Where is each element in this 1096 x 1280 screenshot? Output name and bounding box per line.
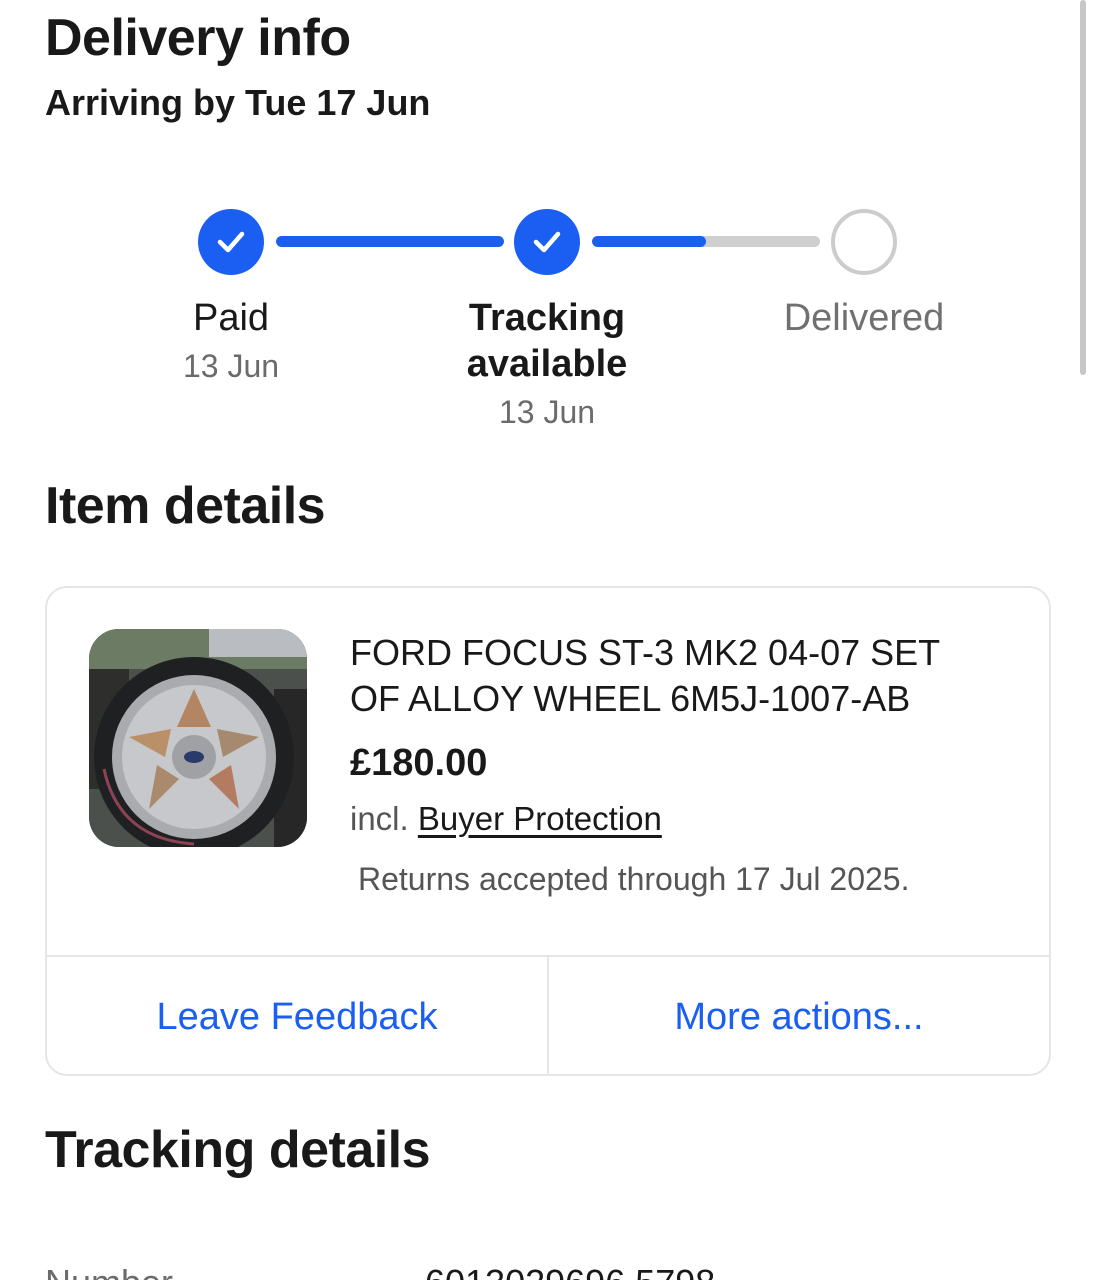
card-actions: Leave Feedback More actions... <box>47 955 1049 1074</box>
leave-feedback-button[interactable]: Leave Feedback <box>47 957 547 1074</box>
delivery-info-heading: Delivery info <box>45 9 351 67</box>
progress-segment-2 <box>592 236 820 247</box>
step-paid-check-icon <box>198 209 264 275</box>
step-label-tracking-line2: available <box>466 343 628 385</box>
item-title-line1: FORD FOCUS ST-3 MK2 04-07 SET <box>350 632 941 673</box>
scrollbar[interactable] <box>1080 0 1086 375</box>
step-label-tracking-line1: Tracking <box>468 297 626 339</box>
step-date-paid: 13 Jun <box>182 348 280 384</box>
step-tracking-check-icon <box>514 209 580 275</box>
arriving-by-text: Arriving by Tue 17 Jun <box>45 82 431 123</box>
progress-segment-1-fill <box>276 236 504 247</box>
step-label-paid: Paid <box>192 297 270 339</box>
tracking-number-value[interactable]: 6013029696 5798 <box>425 1262 715 1280</box>
item-title-line2: OF ALLOY WHEEL 6M5J-1007-AB <box>350 678 911 719</box>
step-delivered-empty-circle-icon <box>831 209 897 275</box>
progress-segment-1 <box>276 236 504 247</box>
item-price: £180.00 <box>350 742 488 784</box>
incl-text: incl. <box>350 800 409 837</box>
item-card: FORD FOCUS ST-3 MK2 04-07 SET OF ALLOY W… <box>45 586 1051 1076</box>
buyer-protection-link[interactable]: Buyer Protection <box>418 800 662 837</box>
item-thumbnail-image[interactable] <box>89 629 307 847</box>
buyer-protection-line: incl. Buyer Protection <box>350 800 662 838</box>
progress-segment-2-fill <box>592 236 706 247</box>
step-date-tracking: 13 Jun <box>498 394 596 430</box>
tracking-details-heading: Tracking details <box>45 1121 431 1179</box>
item-title[interactable]: FORD FOCUS ST-3 MK2 04-07 SET OF ALLOY W… <box>350 630 1030 722</box>
step-label-tracking: Tracking available <box>417 295 677 387</box>
step-label-delivered: Delivered <box>783 297 945 339</box>
order-details-page: Delivery info Arriving by Tue 17 Jun Pai… <box>0 0 1096 1280</box>
more-actions-button[interactable]: More actions... <box>547 957 1049 1074</box>
item-details-heading: Item details <box>45 477 326 535</box>
tracking-number-label: Number <box>45 1262 173 1280</box>
returns-policy-text: Returns accepted through 17 Jul 2025. <box>358 861 910 897</box>
